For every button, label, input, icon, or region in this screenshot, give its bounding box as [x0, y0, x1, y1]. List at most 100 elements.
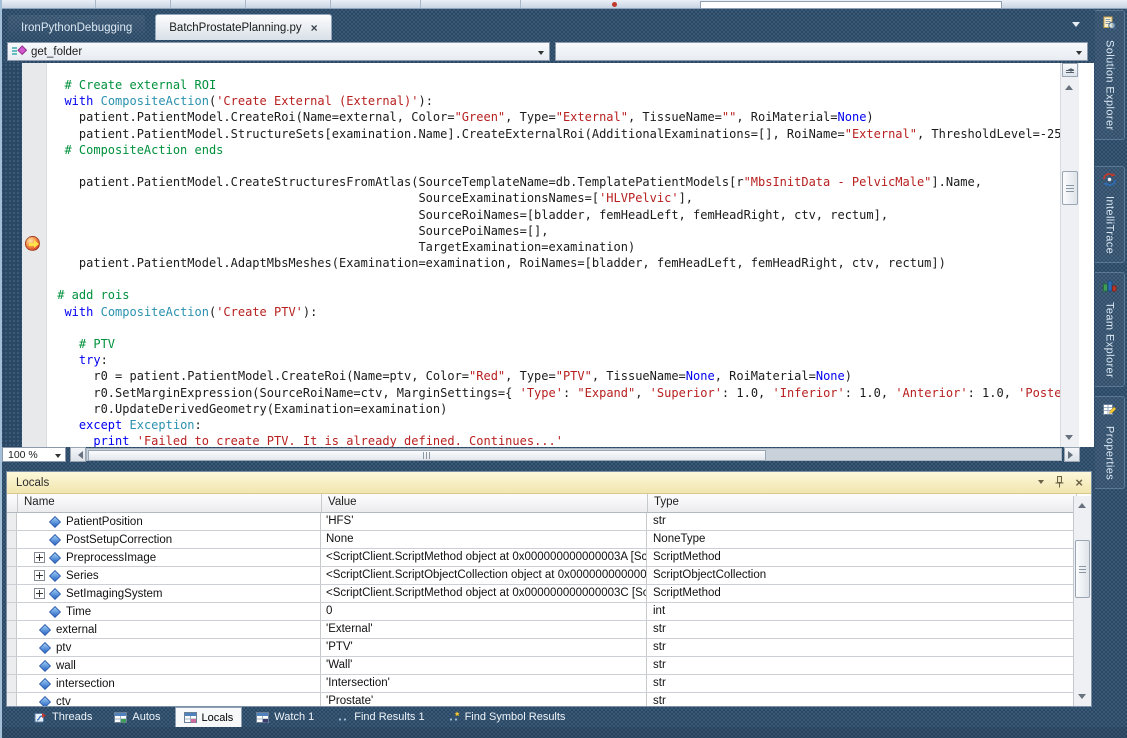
sidebar-tab-properties[interactable]: Properties: [1095, 396, 1125, 489]
row-indicator: [7, 585, 17, 602]
cell-value: <ScriptClient.ScriptMethod object at 0x0…: [321, 585, 647, 602]
row-indicator: [7, 603, 17, 620]
locals-row-PatientPosition[interactable]: PatientPosition 'HFS'str: [7, 513, 1091, 531]
column-header-type[interactable]: Type: [648, 494, 1077, 512]
tab-batchprostateplanning[interactable]: BatchProstatePlanning.py ×: [155, 14, 331, 40]
cell-value: <ScriptClient.ScriptMethod object at 0x0…: [321, 549, 647, 566]
cell-name: PatientPosition: [17, 513, 321, 530]
top-toolbar: [0, 0, 1127, 9]
tool-tab-locals[interactable]: Locals: [175, 707, 243, 727]
scroll-right-button[interactable]: [1064, 447, 1080, 462]
cell-name: external: [17, 621, 321, 638]
locals-row-intersection[interactable]: intersection'Intersection'str: [7, 675, 1091, 693]
expand-icon[interactable]: [34, 552, 45, 563]
cell-name: ptv: [17, 639, 321, 656]
editor-splitter-handle[interactable]: [1062, 63, 1078, 77]
cell-value: 'Wall': [321, 657, 647, 674]
locals-row-external[interactable]: external'External'str: [7, 621, 1091, 639]
toolbar-separator: [245, 0, 246, 8]
editor-left-margin: [0, 63, 22, 447]
locals-rows: PatientPosition'HFS'strPostSetupCorrecti…: [7, 513, 1091, 706]
code-line: TargetExamination=examination): [50, 239, 1061, 255]
breakpoint-margin[interactable]: [22, 63, 47, 447]
variable-icon: [49, 515, 61, 527]
scroll-down-icon[interactable]: [1078, 694, 1086, 703]
scroll-left-button[interactable]: [70, 447, 86, 462]
toolbar-separator: [520, 0, 521, 8]
tool-tab-label: Locals: [202, 712, 234, 724]
locals-vscroll-thumb[interactable]: [1075, 540, 1090, 598]
tool-tab-threads[interactable]: Threads: [26, 708, 100, 727]
tool-tab-watch-1[interactable]: Watch 1: [248, 708, 322, 727]
cell-name: PostSetupCorrection: [17, 531, 321, 548]
cell-name: Time: [17, 603, 321, 620]
column-header-name[interactable]: Name: [18, 494, 322, 512]
sidebar-tab-solution-explorer[interactable]: Solution Explorer: [1095, 10, 1125, 140]
editor-vscroll-thumb[interactable]: [1062, 171, 1078, 205]
editor-hscroll-thumb[interactable]: [88, 450, 766, 461]
window-left-border: [0, 0, 2, 738]
code-line: patient.PatientModel.CreateStructuresFro…: [50, 174, 1061, 190]
code-line: SourceRoiNames=[bladder, femHeadLeft, fe…: [50, 207, 1061, 223]
column-header-value[interactable]: Value: [322, 494, 648, 512]
variable-name: PatientPosition: [66, 516, 143, 528]
variable-icon: [49, 605, 61, 617]
scroll-up-icon[interactable]: [1078, 499, 1086, 508]
locals-row-Time[interactable]: Time0int: [7, 603, 1091, 621]
variable-icon: [49, 533, 61, 545]
tab-ironpythondebugging[interactable]: IronPythonDebugging: [8, 15, 145, 40]
variable-name: PreprocessImage: [66, 552, 156, 564]
locals-grid-header: Name Value Type: [7, 494, 1091, 513]
locals-row-Series[interactable]: Series<ScriptClient.ScriptObjectCollecti…: [7, 567, 1091, 585]
code-editor: # Create external ROI with CompositeActi…: [0, 63, 1094, 447]
expand-icon[interactable]: [34, 588, 45, 599]
cell-value: 'HFS': [321, 513, 647, 530]
row-indicator: [7, 549, 17, 566]
window-menu-icon[interactable]: [1038, 480, 1044, 487]
variable-name: ptv: [56, 642, 71, 654]
intellitrace-icon: [1102, 172, 1117, 192]
tab-label: IronPythonDebugging: [21, 22, 132, 34]
code-line: try:: [50, 352, 1061, 368]
sidebar-tab-team-explorer[interactable]: Team Explorer: [1095, 272, 1125, 387]
close-icon[interactable]: ×: [1075, 477, 1083, 489]
code-line: SourceExaminationsNames=['HLVPelvic'],: [50, 190, 1061, 206]
locals-row-PostSetupCorrection[interactable]: PostSetupCorrectionNoneNoneType: [7, 531, 1091, 549]
tool-tab-label: Find Symbol Results: [465, 711, 566, 723]
code-area[interactable]: # Create external ROI with CompositeActi…: [46, 63, 1061, 447]
locals-row-ptv[interactable]: ptv'PTV'str: [7, 639, 1091, 657]
cell-type: str: [647, 513, 1076, 530]
method-icon: [12, 45, 27, 59]
tab-overflow-chevron-icon[interactable]: [1072, 22, 1080, 31]
row-indicator: [7, 621, 17, 638]
zoom-dropdown[interactable]: 100 %: [2, 447, 66, 462]
editor-hscroll-row: 100 %: [0, 447, 1094, 463]
locals-row-PreprocessImage[interactable]: PreprocessImage <ScriptClient.ScriptMetho…: [7, 549, 1091, 567]
solution-explorer-icon: [1102, 16, 1117, 36]
cell-value: 'Prostate': [321, 693, 647, 706]
locals-vertical-scrollbar[interactable]: [1073, 496, 1091, 706]
scroll-up-icon[interactable]: [1065, 81, 1073, 90]
document-tabstrip: IronPythonDebugging BatchProstatePlannin…: [0, 8, 1094, 40]
toolbar-combobox[interactable]: [700, 1, 1002, 9]
editor-vertical-scrollbar[interactable]: [1060, 63, 1079, 447]
expand-icon[interactable]: [34, 570, 45, 581]
sidebar-tab-intellitrace[interactable]: IntelliTrace: [1095, 166, 1125, 263]
locals-row-wall[interactable]: wall'Wall'str: [7, 657, 1091, 675]
cell-type: str: [647, 639, 1076, 656]
tool-tab-autos[interactable]: Autos: [106, 708, 168, 727]
tool-tab-find-results-1[interactable]: Find Results 1: [328, 708, 432, 727]
type-dropdown[interactable]: [555, 42, 1088, 61]
tool-tab-find-symbol-results[interactable]: Find Symbol Results: [439, 708, 574, 727]
code-line: # add rois: [50, 287, 1061, 303]
properties-icon: [1102, 402, 1117, 422]
pin-icon[interactable]: [1055, 476, 1064, 491]
method-dropdown[interactable]: get_folder: [7, 42, 550, 61]
binoculars-icon: [336, 711, 349, 724]
scroll-down-icon[interactable]: [1065, 435, 1073, 444]
locals-row-ctv[interactable]: ctv'Prostate'str: [7, 693, 1091, 706]
close-icon[interactable]: ×: [311, 23, 318, 33]
locals-row-SetImagingSystem[interactable]: SetImagingSystem<ScriptClient.ScriptMeth…: [7, 585, 1091, 603]
editor-hscroll-track[interactable]: [86, 448, 1062, 461]
cell-name: wall: [17, 657, 321, 674]
